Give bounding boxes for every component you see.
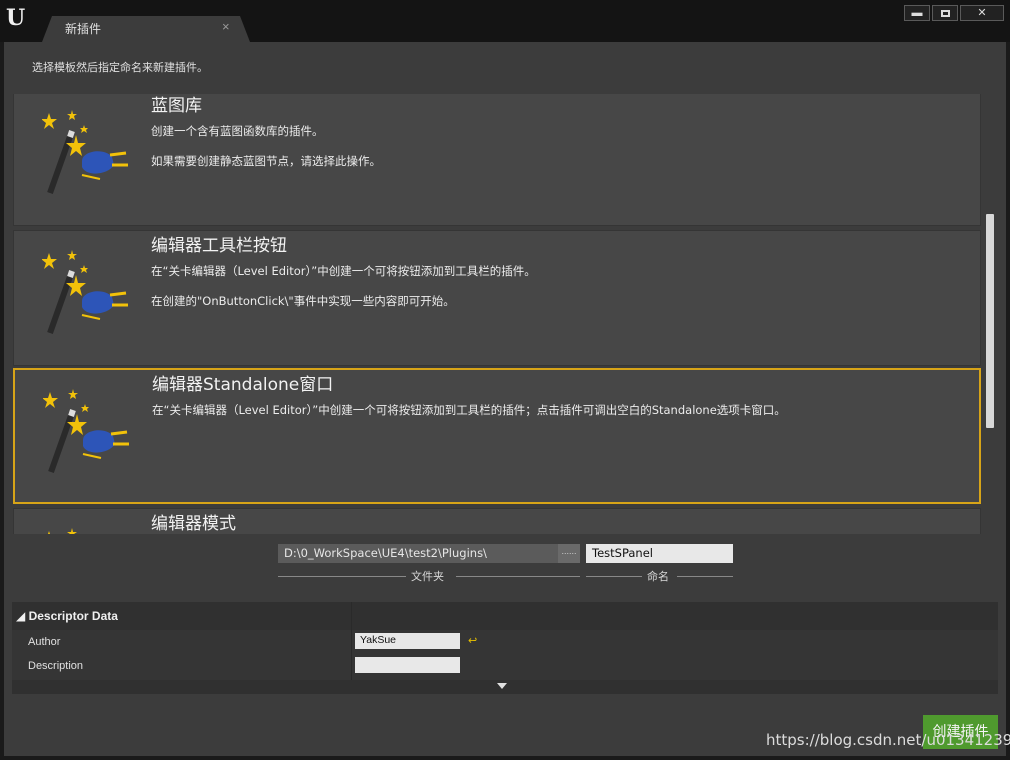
unreal-logo-icon: U — [6, 5, 26, 31]
chevron-down-icon — [497, 683, 507, 689]
property-label: Description — [28, 660, 84, 672]
instruction-text: 选择模板然后指定命名来新建插件。 — [32, 62, 208, 74]
plugin-name-field[interactable]: TestSPanel — [586, 544, 733, 563]
maximize-button[interactable] — [932, 5, 958, 21]
window-titlebar: U 新插件 × ▬ ✕ — [0, 0, 1010, 42]
maximize-icon — [940, 9, 950, 17]
plugin-wand-icon — [42, 250, 128, 335]
author-input[interactable]: YakSue — [355, 633, 460, 649]
template-card-blueprint-library[interactable]: 蓝图库 创建一个含有蓝图函数库的插件。 如果需要创建静态蓝图节点，请选择此操作。 — [13, 94, 981, 226]
template-list[interactable]: 蓝图库 创建一个含有蓝图函数库的插件。 如果需要创建静态蓝图节点，请选择此操作。… — [13, 94, 981, 534]
caption-line — [456, 576, 580, 577]
folder-caption: 文件夹 — [411, 570, 444, 583]
template-description: 在“关卡编辑器（Level Editor）”中创建一个可将按钮添加到工具栏的插件… — [152, 403, 786, 417]
template-card-editor-mode[interactable]: 编辑器模式 — [13, 508, 981, 534]
property-label: Author — [28, 636, 61, 648]
template-title: 编辑器模式 — [151, 514, 236, 534]
description-input[interactable] — [355, 657, 460, 673]
template-description: 创建一个含有蓝图函数库的插件。 — [151, 124, 324, 138]
plugin-wand-icon — [43, 389, 129, 474]
caption-line — [677, 576, 733, 577]
template-title: 编辑器工具栏按钮 — [151, 236, 287, 256]
close-button[interactable]: ✕ — [960, 5, 1004, 21]
template-description-extra: 如果需要创建静态蓝图节点，请选择此操作。 — [151, 154, 381, 168]
tab-new-plugin[interactable]: 新插件 × — [42, 16, 250, 42]
template-description-extra: 在创建的"OnButtonClick\"事件中实现一些内容即可开始。 — [151, 294, 455, 308]
tab-label: 新插件 — [65, 22, 102, 36]
plugin-wand-icon — [42, 110, 128, 195]
watermark: https://blog.csdn.net/u013412391 — [766, 731, 1010, 749]
caption-line — [278, 576, 406, 577]
tab-close-icon[interactable]: × — [222, 19, 230, 34]
new-plugin-dialog: 选择模板然后指定命名来新建插件。 蓝图库 创建一个含有蓝图函数库的插件。 如果需… — [4, 42, 1006, 756]
template-card-editor-toolbar-button[interactable]: 编辑器工具栏按钮 在“关卡编辑器（Level Editor）”中创建一个可将按钮… — [13, 230, 981, 366]
template-title: 蓝图库 — [151, 96, 202, 116]
plugin-wand-icon — [48, 528, 77, 534]
template-title: 编辑器Standalone窗口 — [152, 375, 334, 395]
reset-to-default-icon[interactable]: ↩ — [468, 634, 477, 647]
name-caption: 命名 — [647, 570, 669, 583]
browse-folder-button[interactable]: ...... — [558, 544, 580, 563]
template-list-scrollbar[interactable] — [986, 214, 994, 428]
minimize-button[interactable]: ▬ — [904, 5, 930, 21]
advanced-expand-bar[interactable] — [12, 680, 998, 694]
caption-line — [586, 576, 642, 577]
template-description: 在“关卡编辑器（Level Editor）”中创建一个可将按钮添加到工具栏的插件… — [151, 264, 536, 278]
descriptor-title: ◢ Descriptor Data — [16, 609, 118, 623]
plugin-path-field[interactable]: D:\0_WorkSpace\UE4\test2\Plugins\ — [278, 544, 558, 563]
window-controls: ▬ ✕ — [904, 5, 1004, 21]
descriptor-header[interactable]: ◢ Descriptor Data — [12, 602, 998, 630]
property-row-description: Description — [12, 654, 998, 678]
property-row-author: Author YakSue ↩ — [12, 630, 998, 654]
template-card-editor-standalone-window[interactable]: 编辑器Standalone窗口 在“关卡编辑器（Level Editor）”中创… — [13, 368, 981, 504]
descriptor-data-panel: ◢ Descriptor Data Author YakSue ↩ Descri… — [12, 602, 998, 694]
